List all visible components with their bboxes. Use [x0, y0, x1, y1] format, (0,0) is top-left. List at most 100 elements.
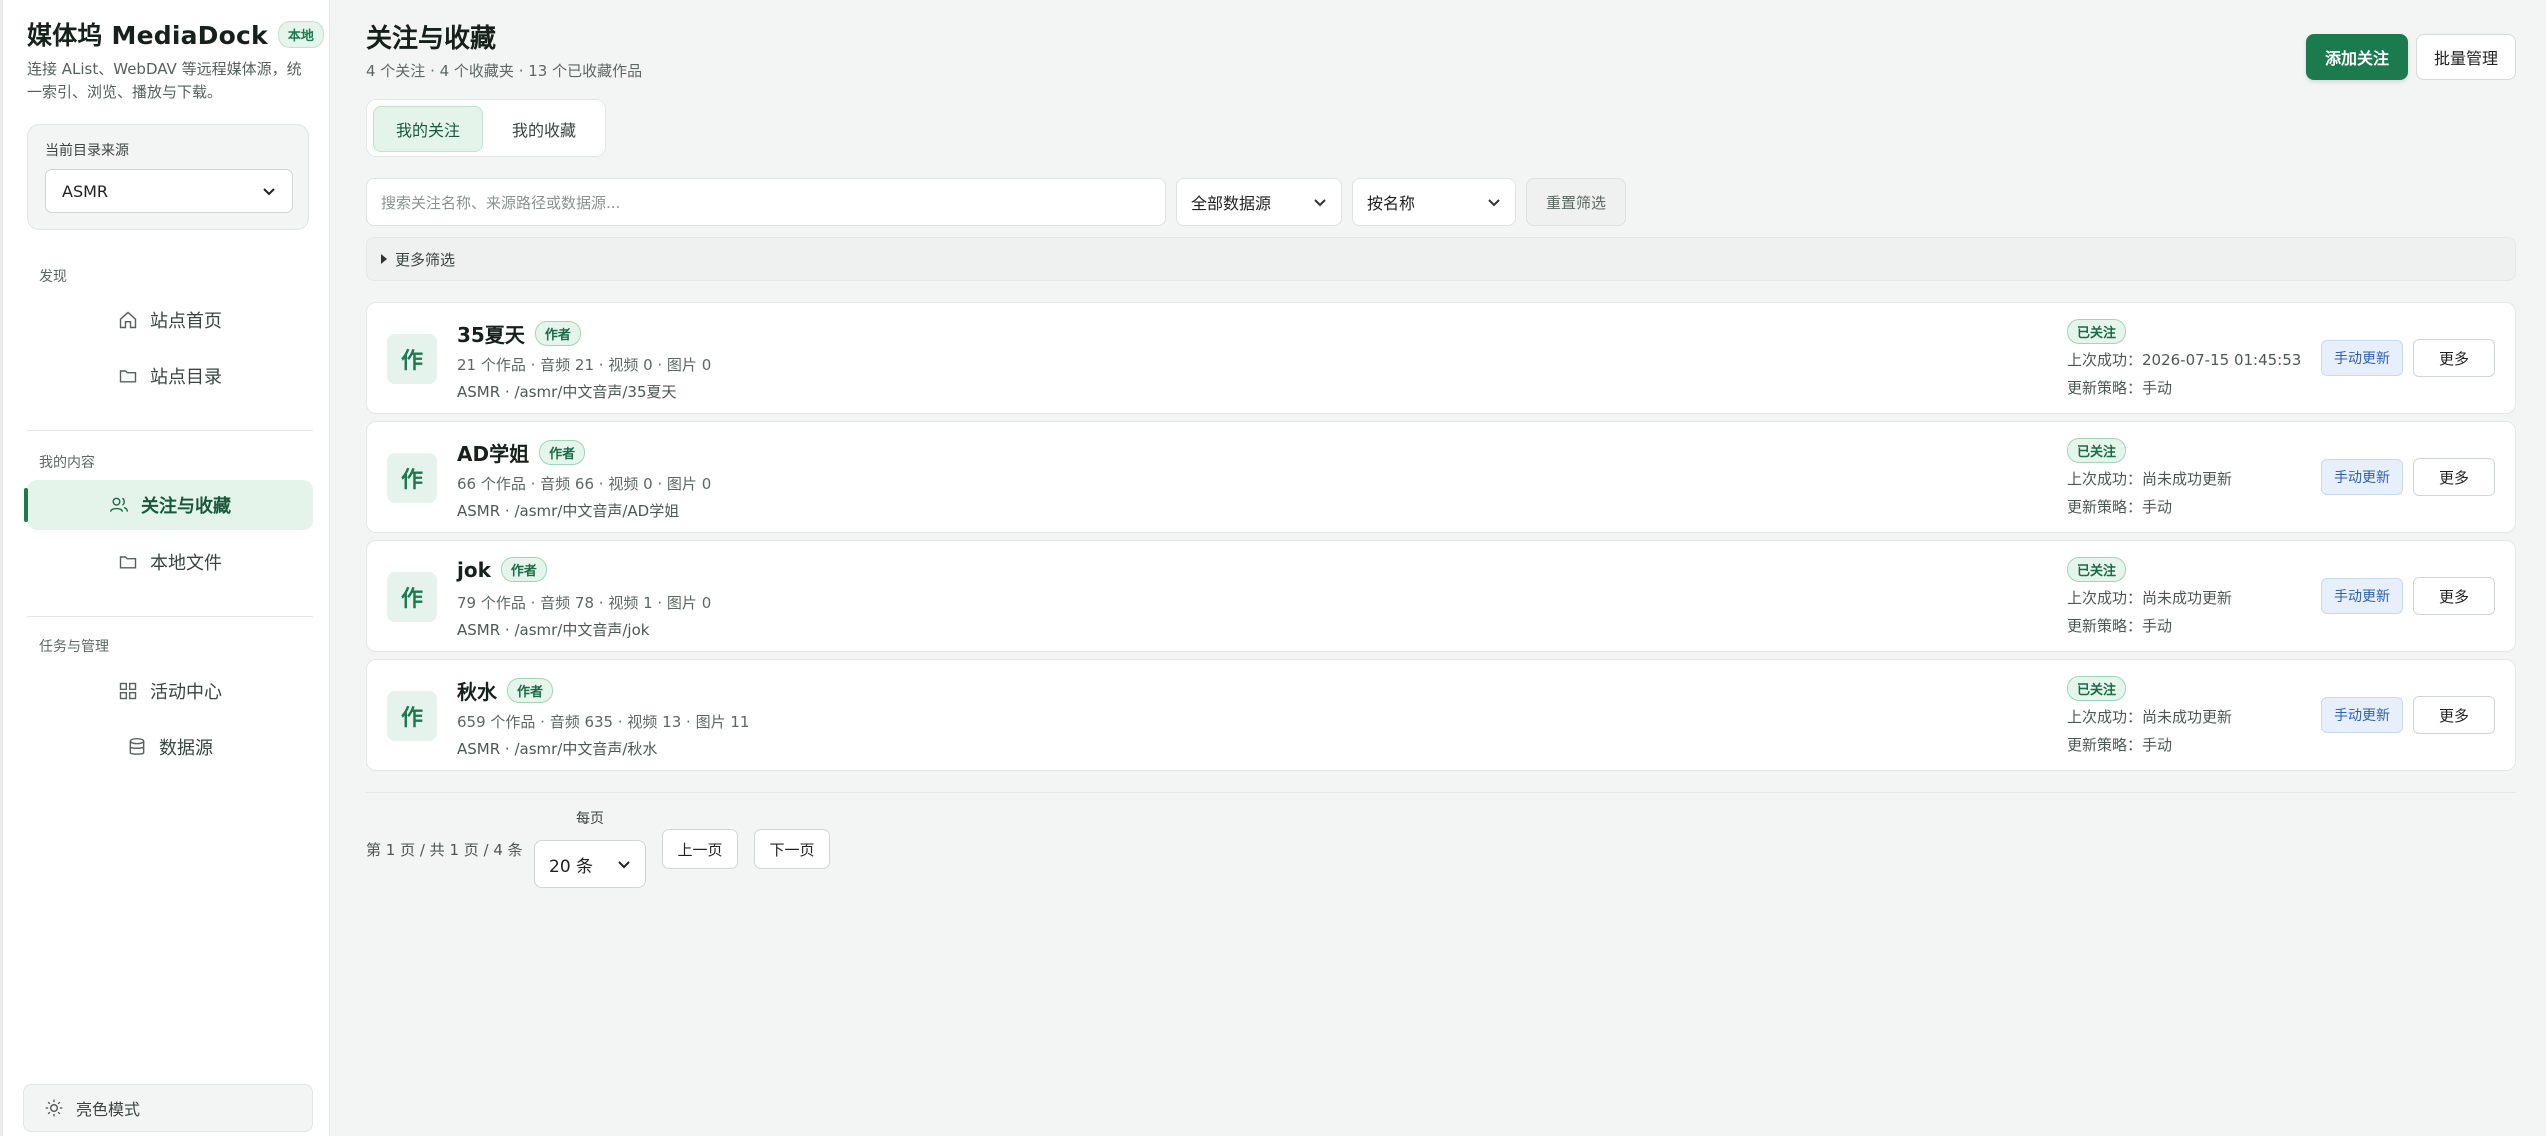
chevron-down-icon — [1488, 199, 1500, 207]
more-button[interactable]: 更多 — [2413, 577, 2495, 615]
folder-icon — [119, 556, 137, 569]
source-select-value: ASMR — [62, 181, 109, 201]
follow-path: ASMR · /asmr/中文音声/jok — [457, 621, 650, 639]
manual-update-button[interactable]: 手动更新 — [2321, 340, 2403, 376]
sidebar-item-label: 站点目录 — [150, 367, 222, 388]
source-filter-value: 全部数据源 — [1191, 194, 1272, 213]
brand-description: 连接 AList、WebDAV 等远程媒体源，统一索引、浏览、播放与下载。 — [27, 60, 302, 101]
avatar: 作 — [387, 691, 437, 741]
chevron-down-icon — [263, 188, 275, 196]
update-policy: 更新策略：手动 — [2067, 617, 2173, 635]
last-success: 上次成功：尚未成功更新 — [2067, 470, 2233, 488]
source-label: 当前目录来源 — [45, 143, 129, 159]
update-policy: 更新策略：手动 — [2067, 379, 2173, 397]
section-tasks: 任务与管理 — [39, 639, 109, 655]
next-page-button[interactable]: 下一页 — [754, 829, 830, 869]
follow-stats: 79 个作品 · 音频 78 · 视频 1 · 图片 0 — [457, 594, 712, 612]
tab-bar: 我的关注 我的收藏 — [366, 99, 606, 157]
last-success: 上次成功：2026-07-15 01:45:53 — [2067, 351, 2302, 369]
caret-right-icon — [381, 254, 387, 264]
sidebar-item-datasource[interactable]: 数据源 — [27, 722, 313, 772]
follow-name-row: jok 作者 — [457, 557, 547, 582]
follow-card: 作 35夏天 作者 21 个作品 · 音频 21 · 视频 0 · 图片 0 A… — [366, 302, 2516, 414]
follow-stats: 21 个作品 · 音频 21 · 视频 0 · 图片 0 — [457, 356, 712, 374]
sidebar: 媒体坞 MediaDock 本地 连接 AList、WebDAV 等远程媒体源，… — [0, 0, 330, 1136]
brand: 媒体坞 MediaDock 本地 — [27, 16, 324, 52]
sidebar-item-local-files[interactable]: 本地文件 — [27, 537, 313, 587]
manual-update-button[interactable]: 手动更新 — [2321, 578, 2403, 614]
users-icon — [109, 497, 129, 512]
theme-toggle-button[interactable]: 亮色模式 — [23, 1084, 313, 1132]
tab-my-favorites[interactable]: 我的收藏 — [489, 106, 599, 152]
follow-stats: 659 个作品 · 音频 635 · 视频 13 · 图片 11 — [457, 713, 750, 731]
per-page-select[interactable]: 20 条 — [534, 840, 646, 888]
active-indicator — [24, 488, 28, 522]
database-icon — [129, 737, 145, 755]
follow-name[interactable]: jok — [457, 558, 491, 582]
type-tag: 作者 — [500, 557, 547, 582]
manual-update-button[interactable]: 手动更新 — [2321, 697, 2403, 733]
page-subtitle: 4 个关注 · 4 个收藏夹 · 13 个已收藏作品 — [366, 62, 643, 80]
chevron-down-icon — [618, 861, 630, 869]
follow-name[interactable]: 35夏天 — [457, 319, 525, 348]
follow-path: ASMR · /asmr/中文音声/秋水 — [457, 740, 658, 758]
page-title: 关注与收藏 — [366, 24, 497, 54]
sidebar-item-label: 数据源 — [159, 738, 213, 759]
follow-name-row: 35夏天 作者 — [457, 319, 581, 348]
status-badge: 已关注 — [2067, 438, 2127, 463]
more-button[interactable]: 更多 — [2413, 696, 2495, 734]
sidebar-item-activity[interactable]: 活动中心 — [27, 666, 313, 716]
sidebar-item-directory[interactable]: 站点目录 — [27, 351, 313, 401]
type-tag: 作者 — [534, 321, 581, 346]
follow-path: ASMR · /asmr/中文音声/35夏天 — [457, 383, 677, 401]
update-policy: 更新策略：手动 — [2067, 736, 2173, 754]
pager-info: 第 1 页 / 共 1 页 / 4 条 — [366, 841, 523, 859]
brand-title: 媒体坞 MediaDock — [27, 21, 268, 50]
source-filter-select[interactable]: 全部数据源 — [1176, 178, 1342, 226]
sidebar-item-home[interactable]: 站点首页 — [27, 295, 313, 345]
source-panel: 当前目录来源 ASMR — [27, 124, 309, 230]
type-tag: 作者 — [539, 440, 586, 465]
more-filters-label: 更多筛选 — [395, 250, 456, 269]
divider — [27, 430, 313, 431]
tab-my-follows[interactable]: 我的关注 — [373, 106, 483, 152]
status-badge: 已关注 — [2067, 676, 2127, 701]
section-discover: 发现 — [39, 269, 67, 285]
avatar: 作 — [387, 572, 437, 622]
sort-select[interactable]: 按名称 — [1352, 178, 1516, 226]
sort-value: 按名称 — [1367, 194, 1416, 213]
follow-name[interactable]: 秋水 — [457, 676, 497, 705]
update-policy: 更新策略：手动 — [2067, 498, 2173, 516]
follow-name[interactable]: AD学姐 — [457, 438, 529, 467]
batch-manage-button[interactable]: 批量管理 — [2416, 34, 2516, 80]
search-input[interactable]: 搜索关注名称、来源路径或数据源... — [366, 178, 1166, 226]
local-badge: 本地 — [277, 20, 324, 48]
follow-path: ASMR · /asmr/中文音声/AD学姐 — [457, 502, 680, 520]
last-success: 上次成功：尚未成功更新 — [2067, 708, 2233, 726]
sidebar-item-follows[interactable]: 关注与收藏 — [24, 480, 313, 530]
section-my-content: 我的内容 — [39, 455, 95, 471]
source-select[interactable]: ASMR — [45, 169, 293, 213]
add-follow-button[interactable]: 添加关注 — [2306, 34, 2408, 80]
more-button[interactable]: 更多 — [2413, 458, 2495, 496]
per-page-label: 每页 — [576, 811, 604, 827]
more-button[interactable]: 更多 — [2413, 339, 2495, 377]
avatar: 作 — [387, 334, 437, 384]
sidebar-item-label: 本地文件 — [150, 553, 222, 574]
follow-stats: 66 个作品 · 音频 66 · 视频 0 · 图片 0 — [457, 475, 712, 493]
manual-update-button[interactable]: 手动更新 — [2321, 459, 2403, 495]
folder-icon — [119, 370, 137, 383]
sidebar-item-label: 站点首页 — [150, 311, 222, 332]
avatar: 作 — [387, 453, 437, 503]
grid-icon — [119, 682, 137, 700]
prev-page-button[interactable]: 上一页 — [662, 829, 738, 869]
follow-name-row: 秋水 作者 — [457, 676, 554, 705]
more-filters-toggle[interactable]: 更多筛选 — [366, 237, 2516, 281]
status-badge: 已关注 — [2067, 319, 2127, 344]
per-page-value: 20 条 — [549, 856, 594, 877]
status-badge: 已关注 — [2067, 557, 2127, 582]
divider — [27, 616, 313, 617]
follow-card: 作 jok 作者 79 个作品 · 音频 78 · 视频 1 · 图片 0 AS… — [366, 540, 2516, 652]
follow-card: 作 秋水 作者 659 个作品 · 音频 635 · 视频 13 · 图片 11… — [366, 659, 2516, 771]
reset-filters-button[interactable]: 重置筛选 — [1526, 178, 1626, 226]
